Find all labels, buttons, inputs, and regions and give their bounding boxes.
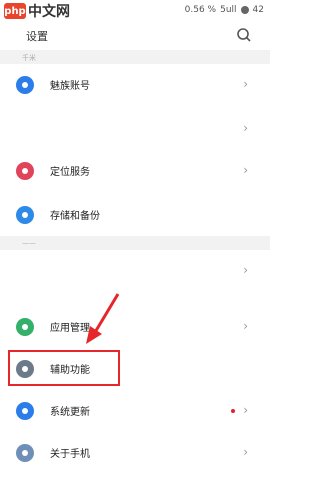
settings-row-apps[interactable]: 应用管理 › — [0, 306, 270, 346]
section-gap: 千米 — [0, 50, 270, 64]
chevron-right-icon: › — [243, 403, 248, 417]
section-label: 千米 — [22, 54, 36, 62]
battery-level: 42 — [252, 5, 264, 15]
update-badge — [231, 409, 235, 413]
settings-row-blank[interactable]: › — [0, 250, 270, 290]
section-gap: —— — [0, 236, 270, 250]
highlight-box — [8, 350, 120, 386]
row-label: 关于手机 — [50, 449, 90, 460]
section-label: —— — [22, 239, 36, 247]
signal-indicator: 5ull — [220, 5, 237, 15]
settings-row-account[interactable]: 魅族账号 › — [0, 64, 270, 104]
status-bar: php 中文网 0.56 % 5ull 42 — [0, 0, 270, 22]
brand-logo: php — [4, 3, 26, 19]
settings-row-location[interactable]: 定位服务 › — [0, 150, 270, 190]
row-label: 魅族账号 — [50, 81, 90, 92]
status-indicators: 0.56 % 5ull 42 — [185, 5, 264, 15]
battery-icon — [240, 6, 249, 14]
row-label: 存储和备份 — [50, 211, 100, 222]
chevron-right-icon: › — [243, 445, 248, 459]
chevron-right-icon: › — [243, 163, 248, 177]
header: 设置 — [0, 22, 270, 50]
row-label: 定位服务 — [50, 167, 90, 178]
settings-row-storage[interactable]: 存储和备份 — [0, 194, 270, 234]
settings-row-update[interactable]: 系统更新 › — [0, 390, 270, 430]
chevron-right-icon: › — [243, 77, 248, 91]
settings-row-about[interactable]: 关于手机 › — [0, 432, 270, 472]
brand-text: 中文网 — [28, 4, 70, 20]
chevron-right-icon: › — [243, 121, 248, 135]
watermark-brand: php 中文网 — [4, 1, 70, 21]
location-icon — [16, 162, 34, 180]
settings-row-blank[interactable]: › — [0, 108, 270, 148]
page-title: 设置 — [26, 30, 48, 43]
chevron-right-icon: › — [243, 319, 248, 333]
update-icon — [16, 402, 34, 420]
account-icon — [16, 76, 34, 94]
chevron-right-icon: › — [243, 263, 248, 277]
speed-indicator: 0.56 % — [184, 5, 217, 15]
apps-icon — [16, 318, 34, 336]
row-label: 系统更新 — [50, 407, 90, 418]
search-icon[interactable] — [236, 27, 252, 43]
pointer-arrow — [86, 293, 120, 344]
cloud-icon — [16, 206, 34, 224]
info-icon — [16, 444, 34, 462]
